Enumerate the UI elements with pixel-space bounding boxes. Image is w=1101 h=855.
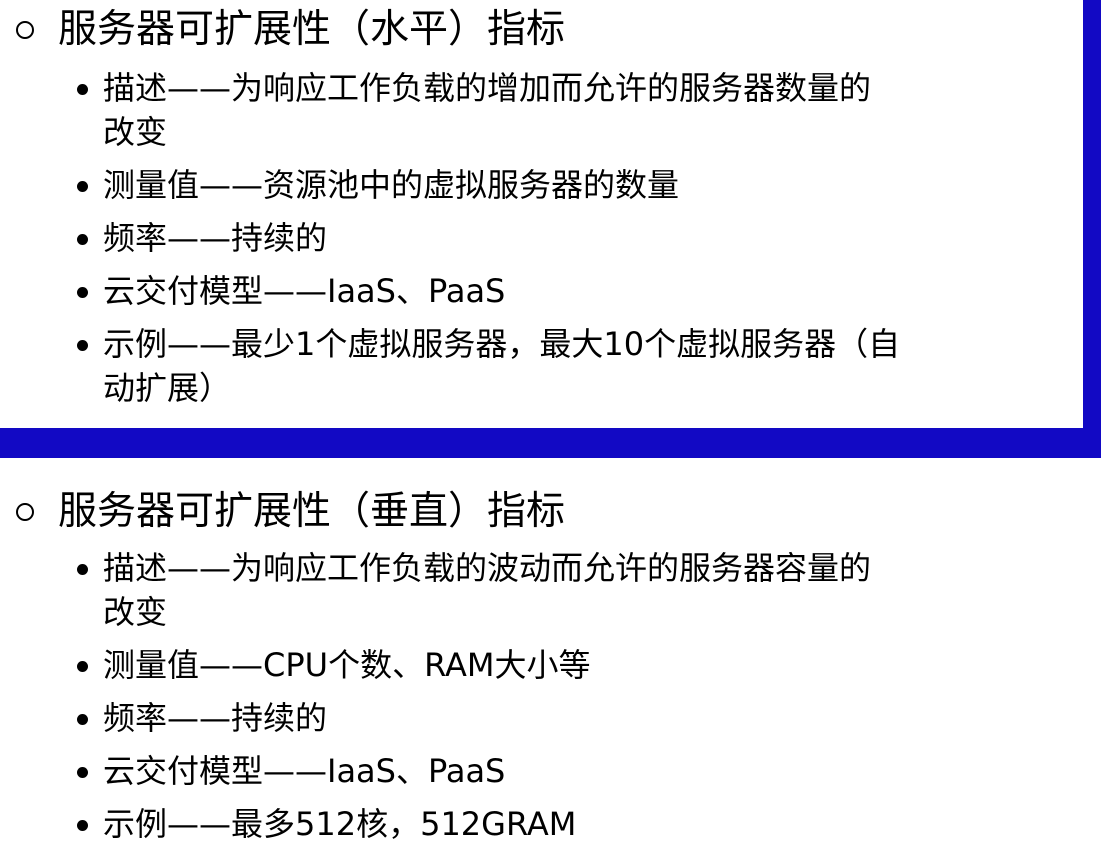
bullet-icon xyxy=(77,181,88,192)
bullet-icon xyxy=(77,767,88,778)
list-item: 描述——为响应工作负载的增加而允许的服务器数量的 改变 xyxy=(0,66,900,154)
metric-list: 描述——为响应工作负载的增加而允许的服务器数量的 改变 测量值——资源池中的虚拟… xyxy=(0,66,900,410)
list-item: 云交付模型——IaaS、PaaS xyxy=(0,749,871,793)
list-item: 示例——最少1个虚拟服务器，最大10个虚拟服务器（自 动扩展） xyxy=(0,322,900,410)
section-heading: 服务器可扩展性（垂直）指标 xyxy=(0,484,871,540)
heading-text: 服务器可扩展性（水平）指标 xyxy=(58,7,566,52)
list-item: 频率——持续的 xyxy=(0,696,871,740)
list-item: 示例——最多512核，512GRAM xyxy=(0,802,871,846)
item-line: 频率——持续的 xyxy=(103,219,328,257)
bullet-icon xyxy=(77,714,88,725)
item-line: 云交付模型——IaaS、PaaS xyxy=(103,272,506,310)
list-item: 测量值——CPU个数、RAM大小等 xyxy=(0,643,871,687)
bullet-icon xyxy=(77,661,88,672)
list-item: 频率——持续的 xyxy=(0,216,900,260)
list-item: 描述——为响应工作负载的波动而允许的服务器容量的 改变 xyxy=(0,546,871,634)
item-line: 云交付模型——IaaS、PaaS xyxy=(103,752,506,790)
item-line: 示例——最多512核，512GRAM xyxy=(103,805,577,843)
item-line: 动扩展） xyxy=(103,369,232,407)
section-horizontal: 服务器可扩展性（水平）指标 描述——为响应工作负载的增加而允许的服务器数量的 改… xyxy=(0,2,900,410)
bullet-icon xyxy=(77,820,88,831)
item-line: 测量值——资源池中的虚拟服务器的数量 xyxy=(103,166,680,204)
circle-bullet-icon xyxy=(16,21,34,39)
section-vertical: 服务器可扩展性（垂直）指标 描述——为响应工作负载的波动而允许的服务器容量的 改… xyxy=(0,484,871,846)
heading-text: 服务器可扩展性（垂直）指标 xyxy=(58,489,566,534)
list-item: 云交付模型——IaaS、PaaS xyxy=(0,269,900,313)
item-line: 频率——持续的 xyxy=(103,699,328,737)
item-line: 描述——为响应工作负载的增加而允许的服务器数量的 xyxy=(103,69,872,107)
bullet-icon xyxy=(77,84,88,95)
slide-page: 服务器可扩展性（水平）指标 描述——为响应工作负载的增加而允许的服务器数量的 改… xyxy=(0,0,1101,855)
item-line: 描述——为响应工作负载的波动而允许的服务器容量的 xyxy=(103,549,872,587)
circle-bullet-icon xyxy=(16,503,34,521)
bullet-icon xyxy=(77,340,88,351)
item-line: 测量值——CPU个数、RAM大小等 xyxy=(103,646,591,684)
metric-list: 描述——为响应工作负载的波动而允许的服务器容量的 改变 测量值——CPU个数、R… xyxy=(0,546,871,846)
section-heading: 服务器可扩展性（水平）指标 xyxy=(0,2,900,58)
item-line: 改变 xyxy=(103,113,168,151)
item-line: 示例——最少1个虚拟服务器，最大10个虚拟服务器（自 xyxy=(103,325,901,363)
bullet-icon xyxy=(77,287,88,298)
bullet-icon xyxy=(77,234,88,245)
list-item: 测量值——资源池中的虚拟服务器的数量 xyxy=(0,163,900,207)
item-line: 改变 xyxy=(103,593,168,631)
bullet-icon xyxy=(77,564,88,575)
